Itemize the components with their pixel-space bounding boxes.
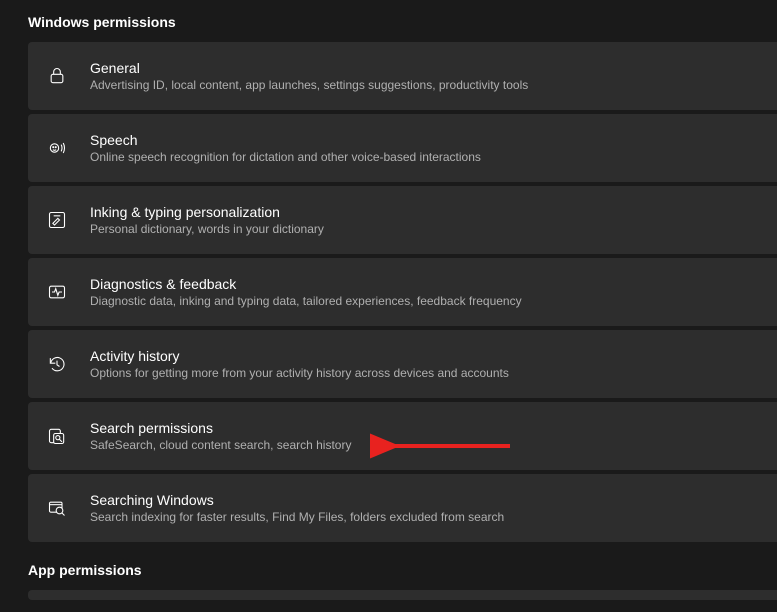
item-subtitle: SafeSearch, cloud content search, search… <box>90 438 351 452</box>
settings-item-searching-windows[interactable]: Searching Windows Search indexing for fa… <box>28 474 777 542</box>
search-permissions-icon <box>46 425 68 447</box>
settings-item-search-permissions[interactable]: Search permissions SafeSearch, cloud con… <box>28 402 777 470</box>
item-title: Searching Windows <box>90 492 504 508</box>
item-title: General <box>90 60 528 76</box>
item-subtitle: Online speech recognition for dictation … <box>90 150 481 164</box>
section-header-app-permissions: App permissions <box>28 542 777 590</box>
settings-item-general[interactable]: General Advertising ID, local content, a… <box>28 42 777 110</box>
lock-icon <box>46 65 68 87</box>
item-subtitle: Advertising ID, local content, app launc… <box>90 78 528 92</box>
section-header-windows-permissions: Windows permissions <box>28 0 777 42</box>
settings-item-speech[interactable]: Speech Online speech recognition for dic… <box>28 114 777 182</box>
item-text: Search permissions SafeSearch, cloud con… <box>90 420 351 452</box>
settings-list-app-permissions <box>28 590 777 600</box>
settings-item-diagnostics[interactable]: Diagnostics & feedback Diagnostic data, … <box>28 258 777 326</box>
item-subtitle: Search indexing for faster results, Find… <box>90 510 504 524</box>
item-text: Speech Online speech recognition for dic… <box>90 132 481 164</box>
item-title: Activity history <box>90 348 509 364</box>
item-text: Inking & typing personalization Personal… <box>90 204 324 236</box>
searching-windows-icon <box>46 497 68 519</box>
item-title: Inking & typing personalization <box>90 204 324 220</box>
item-title: Search permissions <box>90 420 351 436</box>
settings-item-inking-typing[interactable]: Inking & typing personalization Personal… <box>28 186 777 254</box>
item-title: Speech <box>90 132 481 148</box>
diagnostics-icon <box>46 281 68 303</box>
item-subtitle: Personal dictionary, words in your dicti… <box>90 222 324 236</box>
item-text: Searching Windows Search indexing for fa… <box>90 492 504 524</box>
item-title: Diagnostics & feedback <box>90 276 522 292</box>
history-icon <box>46 353 68 375</box>
settings-item-activity-history[interactable]: Activity history Options for getting mor… <box>28 330 777 398</box>
item-text: Activity history Options for getting mor… <box>90 348 509 380</box>
item-text: Diagnostics & feedback Diagnostic data, … <box>90 276 522 308</box>
speech-icon <box>46 137 68 159</box>
settings-item-placeholder[interactable] <box>28 590 777 600</box>
item-subtitle: Diagnostic data, inking and typing data,… <box>90 294 522 308</box>
settings-list-windows-permissions: General Advertising ID, local content, a… <box>28 42 777 542</box>
inking-icon <box>46 209 68 231</box>
item-text: General Advertising ID, local content, a… <box>90 60 528 92</box>
item-subtitle: Options for getting more from your activ… <box>90 366 509 380</box>
